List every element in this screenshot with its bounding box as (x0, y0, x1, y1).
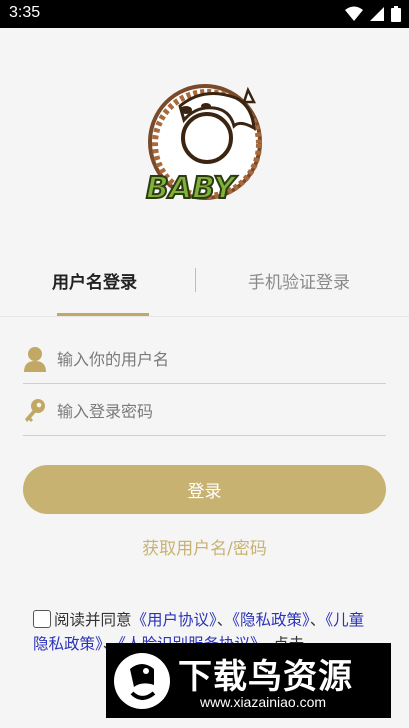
password-input[interactable] (57, 396, 377, 426)
retrieve-credentials-link[interactable]: 获取用户名/密码 (0, 534, 409, 559)
tab-phone-login[interactable]: 手机验证登录 (248, 268, 350, 293)
watermark-bird-icon (114, 653, 170, 709)
password-field (23, 386, 386, 436)
wifi-icon (345, 6, 363, 21)
baby-logo: BABY (145, 84, 262, 205)
agreement-checkbox[interactable] (33, 610, 51, 628)
key-icon (25, 399, 45, 422)
signal-icon (370, 7, 384, 21)
watermark-banner: 下载鸟资源 www.xiazainiao.com (106, 643, 391, 718)
user-agreement-link[interactable]: 《用户协议》 (132, 611, 217, 629)
login-button[interactable]: 登录 (23, 465, 386, 514)
battery-icon (391, 6, 401, 22)
watermark-url: www.xiazainiao.com (200, 694, 327, 710)
watermark-title: 下载鸟资源 (178, 657, 353, 697)
agreement-separator: 、 (216, 611, 233, 629)
tab-divider (195, 268, 196, 292)
privacy-policy-link[interactable]: 《隐私政策》 (232, 611, 310, 629)
agreement-prefix: 阅读并同意 (54, 611, 132, 629)
status-time: 3:35 (9, 4, 41, 21)
status-icons (345, 6, 401, 22)
status-bar: 3:35 (0, 0, 409, 28)
tabs-divider-line (0, 316, 409, 317)
user-icon (24, 347, 46, 372)
baby-logo-text: BABY (146, 171, 238, 205)
login-tabs: 用户名登录 手机验证登录 (0, 258, 409, 316)
username-input[interactable] (57, 344, 377, 374)
agreement-separator: 、 (309, 611, 326, 629)
tab-username-login[interactable]: 用户名登录 (52, 268, 137, 293)
username-field (23, 334, 386, 384)
